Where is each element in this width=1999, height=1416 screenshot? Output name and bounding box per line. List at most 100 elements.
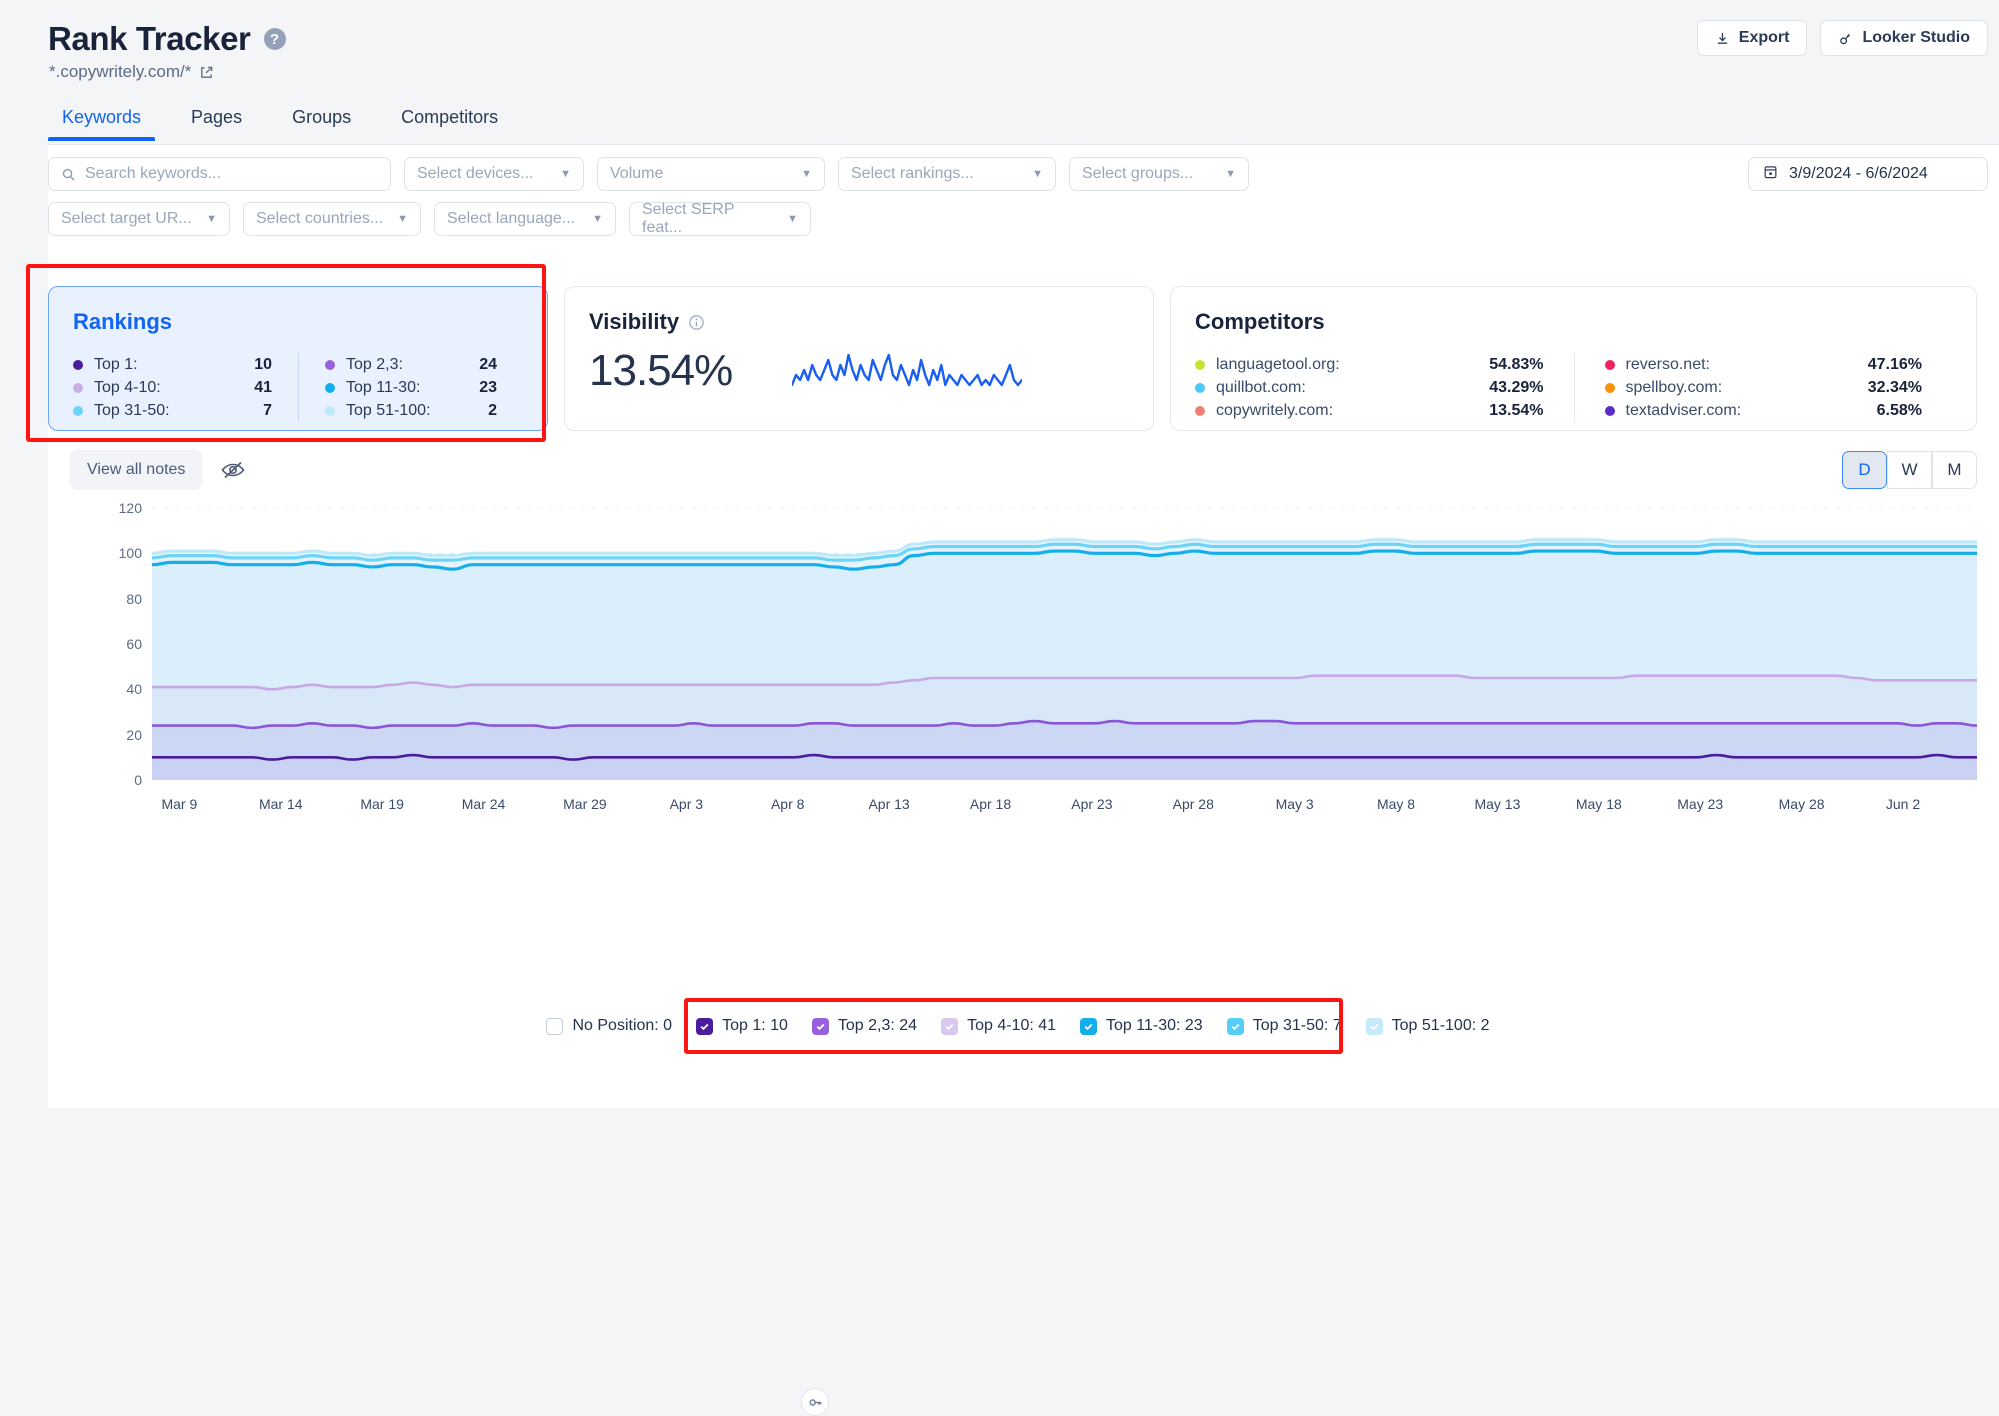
checkbox-checked-icon[interactable]	[811, 1017, 829, 1035]
search-input[interactable]: Search keywords...	[48, 157, 391, 191]
x-axis-tick: Apr 3	[669, 796, 704, 812]
date-range-picker[interactable]: 3/9/2024 - 6/6/2024	[1748, 157, 1988, 191]
granularity-day[interactable]: D	[1842, 451, 1887, 489]
competitor-value: 32.34%	[1867, 378, 1922, 396]
search-placeholder: Search keywords...	[85, 165, 222, 182]
rankings-card: Rankings Top 1: 10 Top 4-10: 41 Top 31-5…	[48, 286, 548, 431]
x-axis-tick: Mar 24	[461, 796, 506, 812]
info-icon[interactable]	[688, 314, 705, 331]
question-mark-icon[interactable]: ?	[263, 28, 286, 50]
ranking-label: Top 11-30:	[346, 378, 421, 396]
ranking-row: Top 4-10: 41	[73, 376, 298, 399]
visibility-sparkline	[791, 345, 1024, 396]
page-root: Rank Tracker ? *.copywritely.com/* Expor…	[26, 0, 1999, 1416]
ranking-row: Top 1: 10	[73, 353, 298, 376]
tab-keywords[interactable]: Keywords	[48, 107, 156, 141]
rankings-select[interactable]: Select rankings... ▼	[838, 157, 1056, 191]
looker-icon	[1838, 31, 1853, 46]
legend-top-11-30[interactable]: Top 11-30: 23	[1080, 1017, 1203, 1035]
eye-off-icon[interactable]	[220, 459, 246, 481]
y-axis-tick: 120	[118, 500, 142, 516]
target-url-select[interactable]: Select target UR... ▼	[48, 202, 230, 236]
chevron-down-icon: ▼	[1225, 167, 1236, 180]
visibility-value: 13.54%	[589, 345, 733, 395]
checkbox-checked-icon[interactable]	[1365, 1017, 1383, 1035]
volume-select[interactable]: Volume ▼	[597, 157, 825, 191]
language-select[interactable]: Select language... ▼	[434, 202, 616, 236]
x-axis-tick: Mar 19	[360, 796, 404, 812]
chart-plot[interactable]	[150, 507, 1979, 781]
legend-label: Top 2,3: 24	[837, 1017, 918, 1034]
legend-dot	[1195, 359, 1205, 370]
checkbox-checked-icon[interactable]	[941, 1017, 959, 1035]
x-axis-tick: Jun 2	[1885, 796, 1921, 812]
x-axis-tick: Apr 13	[868, 796, 910, 812]
rankings-column-right: Top 2,3: 24 Top 11-30: 23 Top 51-100: 2	[298, 353, 523, 422]
filter-row-2: Select target UR... ▼ Select countries..…	[48, 201, 1999, 236]
granularity-month[interactable]: M	[1932, 451, 1977, 489]
legend-dot	[325, 359, 335, 370]
x-axis-tick: May 3	[1275, 796, 1314, 812]
chevron-down-icon: ▼	[397, 212, 408, 225]
ranking-value: 24	[479, 355, 497, 373]
legend-dot	[1195, 405, 1205, 416]
chevron-down-icon: ▼	[1032, 167, 1043, 180]
legend-dot	[73, 382, 83, 393]
competitor-row: spellboy.com: 32.34%	[1604, 376, 1953, 399]
granularity-toggle: D W M	[1842, 451, 1977, 489]
y-axis-tick: 0	[134, 772, 142, 788]
competitor-label: copywritely.com:	[1216, 401, 1334, 419]
breadcrumb[interactable]: *.copywritely.com/*	[49, 62, 214, 82]
key-icon[interactable]	[801, 1388, 829, 1416]
legend-top-2-3[interactable]: Top 2,3: 24	[811, 1017, 918, 1035]
groups-label: Select groups...	[1082, 165, 1194, 182]
granularity-week[interactable]: W	[1887, 451, 1932, 489]
left-edge-strip	[0, 0, 48, 1108]
summary-cards: Rankings Top 1: 10 Top 4-10: 41 Top 31-5…	[26, 264, 1988, 442]
x-axis-tick: Mar 9	[161, 796, 198, 812]
tab-competitors[interactable]: Competitors	[387, 107, 512, 140]
export-button[interactable]: Export	[1696, 20, 1808, 56]
target-url-label: Select target UR...	[61, 210, 192, 227]
checkbox-checked-icon[interactable]	[1226, 1017, 1244, 1035]
legend-dot	[73, 359, 83, 370]
devices-select[interactable]: Select devices... ▼	[404, 157, 584, 191]
ranking-value: 2	[488, 401, 497, 419]
legend-dot	[73, 405, 83, 416]
serp-features-label: Select SERP feat...	[642, 201, 735, 236]
legend-top-4-10[interactable]: Top 4-10: 41	[941, 1017, 1056, 1035]
checkbox-checked-icon[interactable]	[696, 1017, 714, 1035]
legend-dot	[325, 382, 335, 393]
visibility-value-row: 13.54%	[589, 345, 1129, 396]
legend-label: Top 4-10: 41	[967, 1017, 1057, 1034]
legend-top-31-50[interactable]: Top 31-50: 7	[1226, 1017, 1342, 1035]
ranking-row: Top 51-100: 2	[325, 399, 523, 422]
legend-label: Top 11-30: 23	[1106, 1017, 1203, 1034]
checkbox-unchecked-icon[interactable]	[546, 1017, 564, 1035]
legend-no-position[interactable]: No Position: 0	[546, 1017, 672, 1035]
legend-dot	[1195, 382, 1205, 393]
looker-studio-button[interactable]: Looker Studio	[1820, 20, 1988, 56]
ranking-value: 23	[479, 378, 497, 396]
legend-top-1[interactable]: Top 1: 10	[696, 1017, 788, 1035]
tab-groups[interactable]: Groups	[278, 107, 365, 140]
legend-top-51-100[interactable]: Top 51-100: 2	[1365, 1017, 1490, 1035]
groups-select[interactable]: Select groups... ▼	[1069, 157, 1249, 191]
x-axis-tick: Apr 28	[1172, 796, 1214, 812]
competitor-value: 54.83%	[1489, 355, 1544, 373]
y-axis-tick: 80	[126, 590, 142, 607]
external-link-icon[interactable]	[199, 65, 214, 80]
x-axis-tick: May 8	[1376, 796, 1416, 812]
countries-select[interactable]: Select countries... ▼	[243, 202, 421, 236]
tab-pages[interactable]: Pages	[177, 107, 256, 140]
serp-features-select[interactable]: Select SERP feat... ▼	[629, 201, 811, 236]
filter-bar: Search keywords... Select devices... ▼ V…	[48, 157, 1999, 247]
rankings-card-title: Rankings	[73, 309, 173, 334]
view-all-notes-button[interactable]: View all notes	[70, 450, 203, 490]
x-axis-tick: Apr 18	[969, 796, 1012, 812]
checkbox-checked-icon[interactable]	[1080, 1017, 1098, 1035]
header-actions: Export Looker Studio	[1696, 20, 1988, 56]
competitors-grid: languagetool.org: 54.83% quillbot.com: 4…	[1195, 353, 1952, 422]
chart-area: 0 20 40 60 80 100 120 Mar 9 Mar 14 Mar 19 Mar 24 M…	[48, 500, 1988, 812]
competitor-label: languagetool.org:	[1216, 355, 1340, 373]
